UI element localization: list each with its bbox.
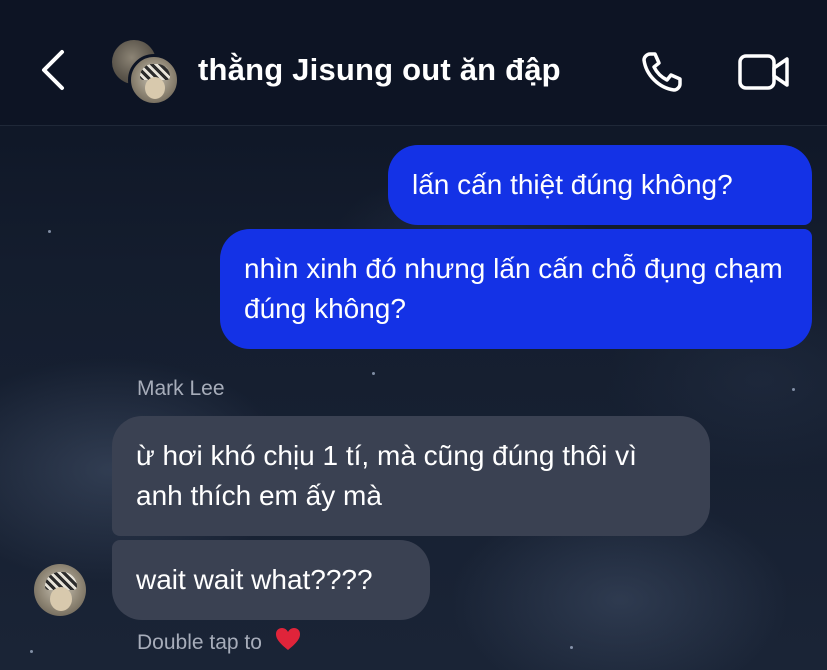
outgoing-message[interactable]: nhìn xinh đó nhưng lấn cấn chỗ đụng chạm…: [220, 229, 812, 349]
incoming-message[interactable]: wait wait what????: [112, 540, 430, 620]
sender-name: Mark Lee: [137, 377, 225, 400]
outgoing-message[interactable]: lấn cấn thiệt đúng không?: [388, 145, 812, 225]
group-avatar[interactable]: [112, 40, 180, 106]
chevron-left-icon: [42, 50, 64, 90]
chat-title[interactable]: thằng Jisung out ăn đập: [198, 52, 561, 88]
voice-call-button[interactable]: [640, 50, 688, 94]
star-decoration: [372, 372, 375, 375]
star-decoration: [30, 650, 33, 653]
member-avatar: [128, 54, 180, 106]
star-decoration: [48, 230, 51, 233]
video-camera-icon: [738, 54, 789, 90]
message-text: ừ hơi khó chịu 1 tí, mà cũng đúng thôi v…: [136, 440, 637, 511]
sender-avatar[interactable]: [34, 564, 86, 616]
double-tap-hint: Double tap to: [137, 626, 302, 655]
message-text: wait wait what????: [136, 564, 373, 595]
phone-icon: [642, 52, 682, 92]
video-call-button[interactable]: [737, 52, 791, 92]
hint-text: Double tap to: [137, 631, 262, 654]
heart-icon: [275, 628, 300, 650]
message-text: nhìn xinh đó nhưng lấn cấn chỗ đụng chạm…: [244, 253, 783, 324]
incoming-message[interactable]: ừ hơi khó chịu 1 tí, mà cũng đúng thôi v…: [112, 416, 710, 536]
back-button[interactable]: [36, 48, 76, 92]
star-decoration: [792, 388, 795, 391]
star-decoration: [570, 646, 573, 649]
chat-header: thằng Jisung out ăn đập: [0, 0, 827, 126]
message-text: lấn cấn thiệt đúng không?: [412, 169, 733, 200]
